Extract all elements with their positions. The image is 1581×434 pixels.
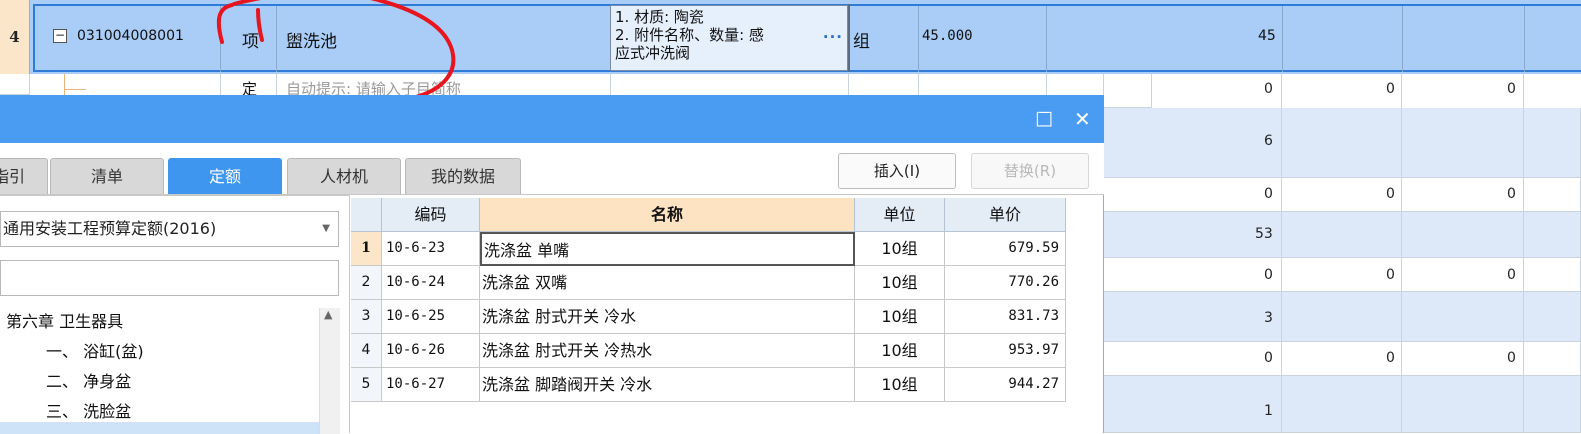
bg-value: 0 (1386, 81, 1395, 97)
row-code: 10-6-23 (382, 232, 480, 266)
quota-library-select[interactable]: 通用安装工程预算定额(2016) ▼ (0, 211, 339, 247)
bg-value: 6 (1264, 133, 1273, 149)
row-unit: 10组 (855, 334, 945, 368)
table-row[interactable]: 4 10-6-26 洗涤盆 肘式开关 冷热水 10组 953.97 (351, 334, 1066, 368)
bg-value: 0 (1264, 186, 1273, 202)
bg-value: 0 (1386, 350, 1395, 366)
header-index (351, 198, 382, 232)
bg-value: 53 (1255, 226, 1273, 242)
item-description[interactable]: 1. 材质: 陶瓷 2. 附件名称、数量: 感 应式冲洗阀 ··· (610, 5, 848, 71)
chevron-down-icon[interactable]: ▼ (322, 212, 330, 246)
row-name[interactable]: 洗涤盆 脚踏阀开关 冷水 (480, 368, 855, 402)
row-code: 10-6-27 (382, 368, 480, 402)
row-index: 1 (351, 232, 382, 266)
row-index: 3 (351, 300, 382, 334)
bg-value: 3 (1264, 310, 1273, 326)
header-unit[interactable]: 单位 (855, 198, 945, 232)
tab-labor-material-machine[interactable]: 人材机 (287, 158, 401, 195)
description-line: 1. 材质: 陶瓷 (615, 8, 704, 26)
tree-chapter[interactable]: 第六章 卫生器具 (6, 308, 123, 332)
row-unit: 10组 (855, 300, 945, 334)
row-unit: 10组 (855, 266, 945, 300)
row-code: 10-6-24 (382, 266, 480, 300)
bg-value: 1 (1264, 403, 1273, 419)
table-row[interactable]: 2 10-6-24 洗涤盆 双嘴 10组 770.26 (351, 266, 1066, 300)
row-unit: 10组 (855, 232, 945, 266)
row-name[interactable]: 洗涤盆 单嘴 (480, 232, 855, 266)
item-value: 45 (1258, 28, 1276, 44)
replace-button[interactable]: 替换(R) (971, 153, 1089, 189)
item-code: 031004008001 (77, 28, 184, 44)
tree-section[interactable]: 二、 净身盆 (46, 368, 131, 392)
row-price: 953.97 (945, 334, 1066, 368)
item-quantity[interactable]: 45.000 (922, 28, 973, 44)
insert-button[interactable]: 插入(I) (838, 153, 956, 189)
table-row[interactable]: 5 10-6-27 洗涤盆 脚踏阀开关 冷水 10组 944.27 (351, 368, 1066, 402)
more-icon[interactable]: ··· (823, 28, 843, 46)
tab-guide[interactable]: 指引 (0, 158, 48, 195)
row-price: 770.26 (945, 266, 1066, 300)
bg-value: 0 (1507, 81, 1516, 97)
row-number[interactable]: 4 (0, 0, 30, 74)
row-name[interactable]: 洗涤盆 肘式开关 冷热水 (480, 334, 855, 368)
row-code: 10-6-25 (382, 300, 480, 334)
dialog-titlebar[interactable]: □ ✕ (0, 95, 1104, 143)
header-name[interactable]: 名称 (480, 198, 855, 232)
quota-table: 编码 名称 单位 单价 1 10-6-23 洗涤盆 单嘴 10组 679.59 … (351, 198, 1066, 408)
tree-section[interactable]: 三、 洗脸盆 (46, 398, 131, 422)
bg-value: 0 (1264, 350, 1273, 366)
tab-list[interactable]: 清单 (50, 158, 164, 195)
row-unit: 10组 (855, 368, 945, 402)
left-pane: 通用安装工程预算定额(2016) ▼ 第六章 卫生器具 一、 浴缸(盆) 二、 … (0, 195, 349, 434)
row-name[interactable]: 洗涤盆 肘式开关 冷水 (480, 300, 855, 334)
item-unit: 组 (853, 32, 870, 52)
red-annotation-circle (216, 0, 456, 108)
description-line: 应式冲洗阀 (615, 44, 691, 62)
maximize-icon[interactable]: □ (1035, 107, 1053, 129)
filter-input[interactable] (0, 260, 339, 296)
tree-section[interactable]: 一、 浴缸(盆) (46, 338, 144, 362)
description-line: 2. 附件名称、数量: 感 (615, 26, 764, 44)
quota-library-value: 通用安装工程预算定额(2016) (3, 219, 217, 238)
header-code[interactable]: 编码 (382, 198, 480, 232)
table-row[interactable]: 1 10-6-23 洗涤盆 单嘴 10组 679.59 (351, 232, 1066, 266)
quota-dialog: □ ✕ 指引 清单 定额 人材机 我的数据 插入(I) 替换(R) 通用安装工程… (0, 95, 1104, 434)
header-price[interactable]: 单价 (945, 198, 1066, 232)
collapse-icon[interactable]: − (53, 29, 67, 43)
scroll-up-icon[interactable]: ▲ (324, 308, 332, 321)
row-code: 10-6-26 (382, 334, 480, 368)
tab-my-data[interactable]: 我的数据 (405, 158, 521, 195)
bg-value: 0 (1386, 267, 1395, 283)
tab-quota[interactable]: 定额 (168, 158, 282, 195)
bg-value: 0 (1507, 350, 1516, 366)
bg-value: 0 (1264, 81, 1273, 97)
close-icon[interactable]: ✕ (1074, 107, 1091, 131)
table-row[interactable]: 3 10-6-25 洗涤盆 肘式开关 冷水 10组 831.73 (351, 300, 1066, 334)
bg-value: 0 (1264, 267, 1273, 283)
row-index: 4 (351, 334, 382, 368)
row-index: 2 (351, 266, 382, 300)
row-index: 5 (351, 368, 382, 402)
row-price: 831.73 (945, 300, 1066, 334)
bg-value: 0 (1386, 186, 1395, 202)
bg-value: 0 (1507, 186, 1516, 202)
row-name[interactable]: 洗涤盆 双嘴 (480, 266, 855, 300)
bg-value: 0 (1507, 267, 1516, 283)
tree-scrollbar[interactable]: ▲ (319, 308, 340, 434)
row-price: 679.59 (945, 232, 1066, 266)
row-price: 944.27 (945, 368, 1066, 402)
